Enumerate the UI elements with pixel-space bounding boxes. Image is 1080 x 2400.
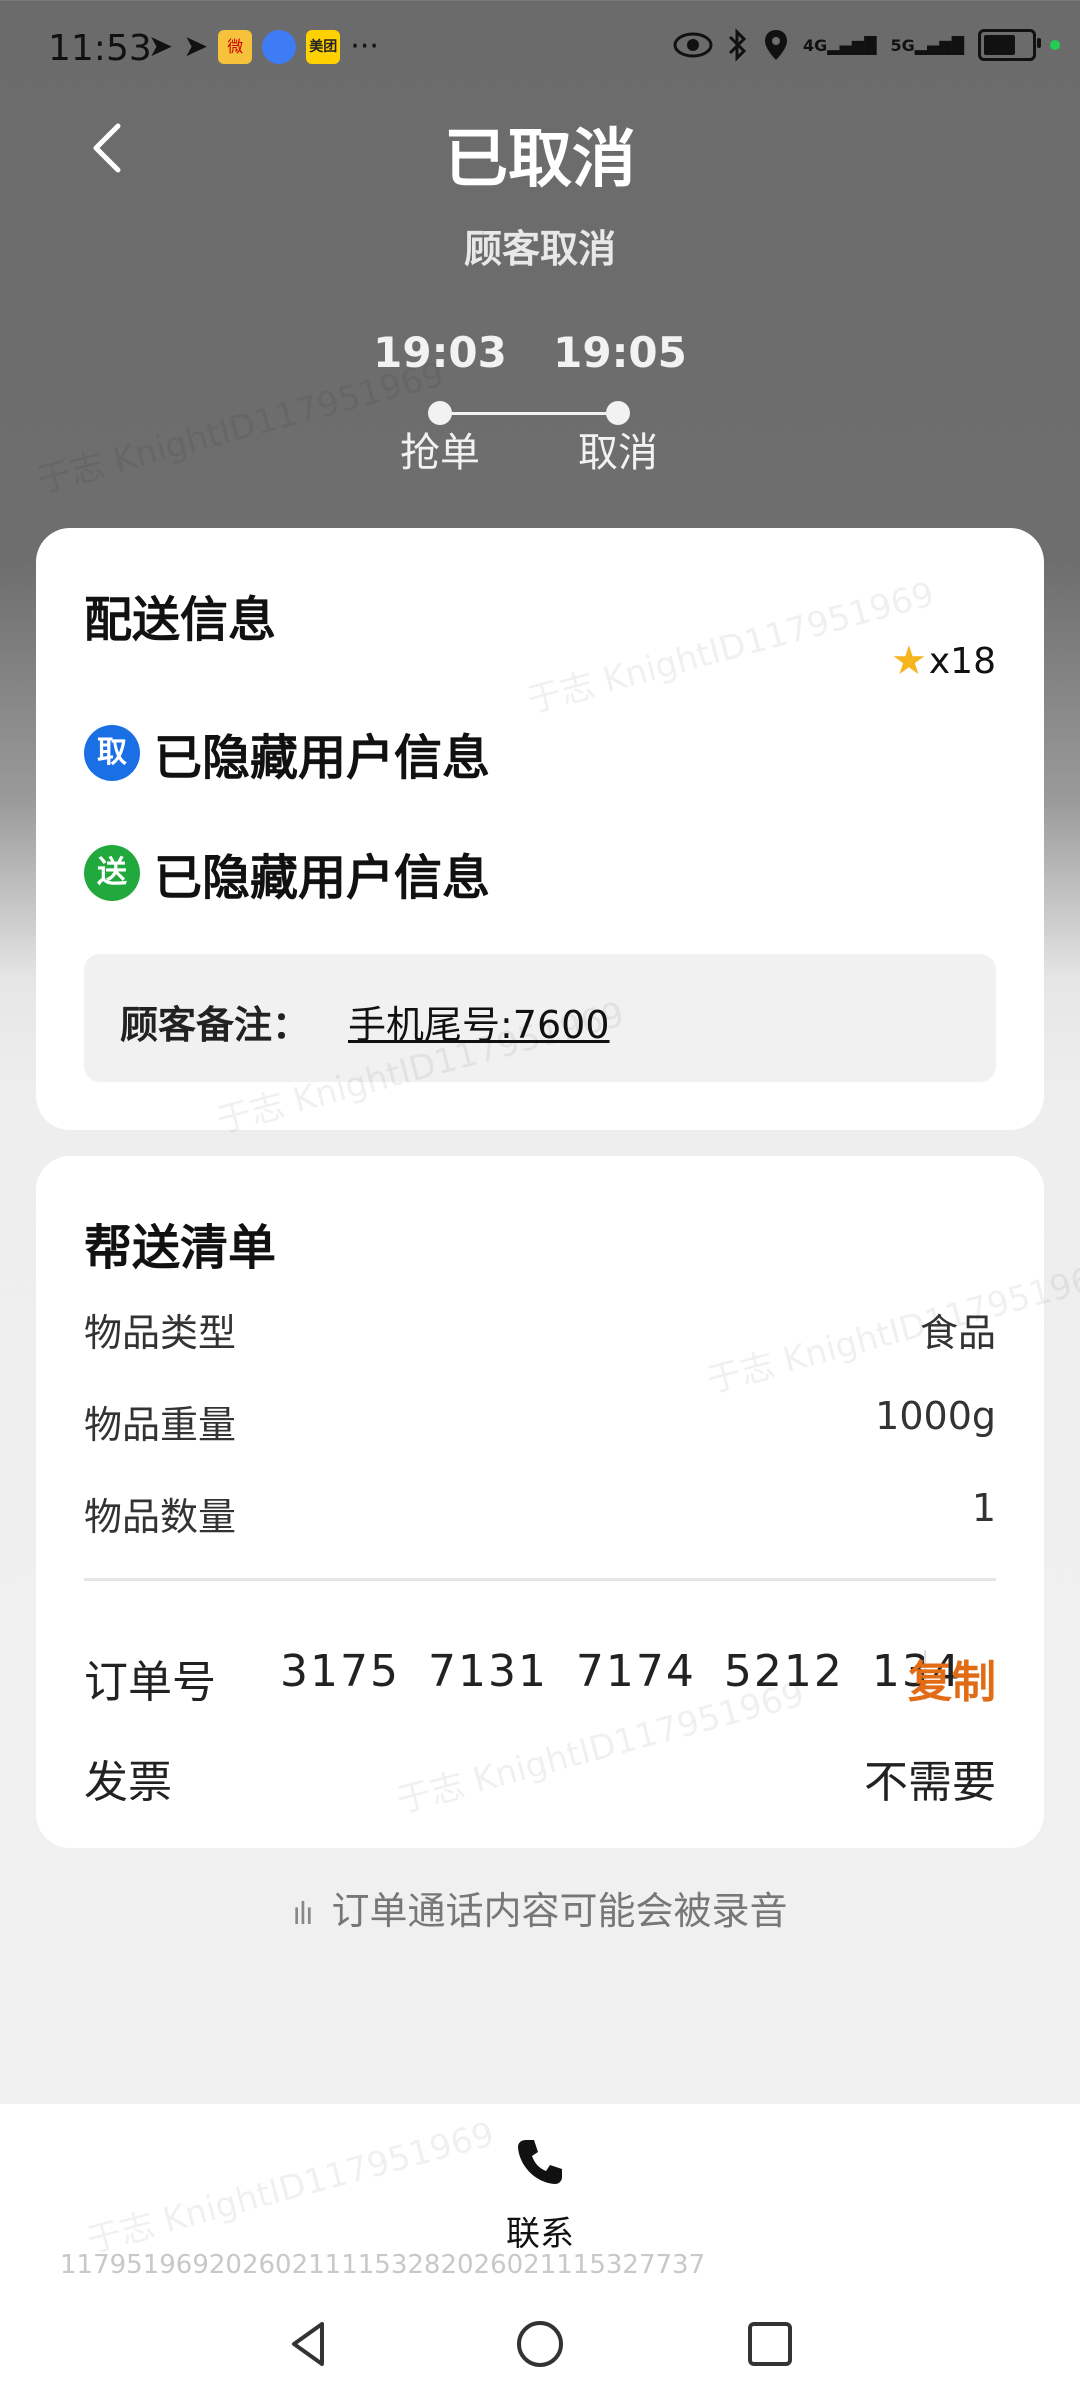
item-weight-value: 1000g	[875, 1394, 996, 1438]
timeline-label-grab: 抢单	[400, 430, 480, 476]
page-title: 已取消	[444, 123, 636, 197]
timeline-label-cancel: 取消	[578, 430, 658, 476]
call-recording-notice: ılı 订单通话内容可能会被录音	[0, 1880, 1080, 1935]
invoice-label: 发票	[84, 1757, 172, 1808]
pickup-badge: 取	[84, 725, 140, 781]
order-number-value: 3175 7131 7174 5212 134	[280, 1646, 962, 1697]
more-notifications-icon: ···	[350, 29, 379, 64]
nav-back-icon[interactable]	[282, 2316, 338, 2372]
weibo-app-icon: 微	[218, 30, 253, 64]
system-nav-bar	[0, 2288, 1080, 2400]
item-quantity-label: 物品数量	[84, 1495, 237, 1539]
watermark-id-text: 117951969202602111153282026021115327737	[60, 2250, 706, 2280]
signal-4g-icon: 4G▂▄▆█	[803, 35, 877, 55]
section-divider	[84, 1578, 996, 1581]
item-weight-label: 物品重量	[84, 1403, 237, 1447]
invoice-value: 不需要	[864, 1757, 996, 1808]
dropoff-badge: 送	[84, 845, 140, 901]
timeline-time-cancel: 19:05	[553, 328, 687, 377]
network-5g-label: 5G	[890, 35, 915, 55]
item-quantity-value: 1	[971, 1486, 996, 1530]
nav-home-icon[interactable]	[512, 2316, 568, 2372]
order-number-row: 订单号 3175 7131 7174 5212 134 复制	[84, 1646, 996, 1708]
cancel-reason: 顾客取消	[463, 227, 616, 271]
recording-notice-text: 订单通话内容可能会被录音	[331, 1889, 788, 1933]
dropoff-address-row[interactable]: 送 已隐藏用户信息	[84, 838, 490, 908]
timeline-time-grab: 19:03	[373, 328, 507, 377]
privacy-indicator-dot	[1050, 40, 1060, 50]
sound-wave-icon: ılı	[292, 1897, 313, 1932]
rating-count: x18	[928, 640, 996, 682]
bottom-action-bar: 联系 1179519692026021111532820260211153277…	[0, 2104, 1080, 2288]
contact-label: 联系	[506, 2214, 574, 2254]
delivery-info-card: 配送信息 ★ x18 取 已隐藏用户信息 送 已隐藏用户信息 顾客备注： 手机尾…	[36, 528, 1044, 1130]
copy-order-button[interactable]: 复制	[908, 1646, 996, 1710]
customer-note-box: 顾客备注： 手机尾号:7600	[84, 954, 996, 1082]
item-list-card: 帮送清单 物品类型 食品 物品重量 1000g 物品数量 1 订单号 3175 …	[36, 1156, 1044, 1848]
nav-recents-icon[interactable]	[742, 2316, 798, 2372]
contact-button[interactable]: 联系	[490, 2134, 590, 2255]
status-bar: 11:53 ➤ ➤ 微 美团 ··· 4G▂▄▆█ 5G▂▄▆█	[0, 0, 1080, 104]
navigation-arrow-icon-2: ➤	[183, 29, 209, 64]
navigation-arrow-icon: ➤	[148, 29, 174, 64]
order-timeline: 19:03 19:05 抢单 取消	[0, 328, 1080, 478]
item-type-label: 物品类型	[84, 1311, 237, 1355]
item-list-title: 帮送清单	[84, 1220, 277, 1276]
pickup-address-row[interactable]: 取 已隐藏用户信息	[84, 718, 490, 788]
system-icons: 4G▂▄▆█ 5G▂▄▆█	[673, 28, 1060, 62]
meituan-app-icon: 美团	[306, 30, 341, 64]
item-type-value: 食品	[919, 1311, 996, 1355]
phone-icon	[518, 2140, 562, 2184]
rider-rating: ★ x18	[891, 638, 996, 684]
location-icon	[765, 30, 788, 60]
timeline-connector	[450, 412, 614, 415]
eye-icon	[673, 32, 713, 58]
bluetooth-icon	[728, 28, 747, 62]
dropoff-address-text: 已隐藏用户信息	[154, 850, 491, 906]
customer-note-phone-link[interactable]: 手机尾号:7600	[348, 994, 610, 1049]
signal-5g-icon: 5G▂▄▆█	[890, 35, 964, 55]
notification-icons: ➤ ➤ 微 美团 ···	[148, 30, 379, 64]
network-4g-label: 4G	[803, 35, 828, 55]
star-icon: ★	[891, 638, 927, 684]
customer-note-label: 顾客备注：	[120, 1003, 311, 1047]
pickup-address-text: 已隐藏用户信息	[154, 730, 491, 786]
order-number-label: 订单号	[84, 1657, 216, 1708]
delivery-info-title: 配送信息	[84, 592, 277, 648]
status-time: 11:53	[48, 28, 152, 69]
browser-app-icon	[262, 30, 297, 64]
battery-icon	[978, 29, 1041, 61]
